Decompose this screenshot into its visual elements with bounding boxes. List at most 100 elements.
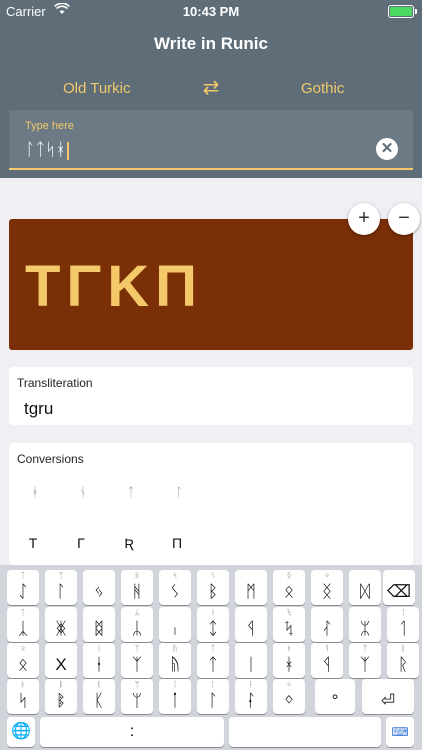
key-label: ᛩ (245, 619, 257, 638)
key-label: ᛥ (93, 619, 105, 638)
key-label: ᛧ (169, 619, 181, 638)
keyboard-key[interactable]: ᛦᛦ (121, 607, 153, 642)
keyboard-key[interactable]: ᛊᛒ (197, 570, 229, 605)
keyboard-key[interactable]: ᚦᛋ (7, 679, 39, 714)
key-alternate-label: ᛛ (248, 680, 254, 689)
key-alternate-label: ᛊ (210, 571, 216, 580)
keyboard-key[interactable]: ᛁ (235, 643, 267, 678)
keyboard-key[interactable]: ᛯ (349, 607, 381, 642)
key-label: ᚼ (283, 655, 295, 674)
key-label: ᛚ (207, 691, 219, 710)
text-input-field[interactable]: Type here ᛚᛏᛋᚼ ✕ (9, 110, 413, 170)
key-alternate-label: ᛉ (58, 571, 64, 580)
key-alternate-label: ᚼ (286, 644, 292, 653)
zoom-out-button[interactable]: − (388, 203, 420, 235)
keyboard-key[interactable]: ᛛᛛ (235, 679, 267, 714)
keyboard-key[interactable]: ᛜᛜ (273, 679, 305, 714)
key-alternate-label: ᛉ (134, 644, 140, 653)
keyboard-key[interactable]: ⏎ (362, 679, 414, 714)
keyboard-key[interactable]: ᛙᛙ (159, 679, 191, 714)
globe-icon[interactable]: 🌐 (7, 717, 35, 747)
key-alternate-label: ᛔ (58, 680, 64, 689)
key-label: ᛛ (245, 691, 257, 710)
keyboard-key[interactable]: ᚾᛨ (197, 607, 229, 642)
target-language-button[interactable]: Gothic (301, 80, 344, 97)
keyboard-key[interactable]: ᛪᛪ (273, 607, 305, 642)
keyboard-key[interactable]: ᛥ (83, 607, 115, 642)
key-label: ᛣ (17, 619, 29, 638)
keyboard-key[interactable]: ᛏᛇ (7, 570, 39, 605)
key-label: ᛜ (283, 691, 295, 710)
keyboard-key[interactable]: ᛋᛊ (159, 570, 191, 605)
keyboard-key[interactable]: ᛏᛣ (7, 607, 39, 642)
input-value[interactable]: ᛚᛏᛋᚼ (25, 140, 69, 160)
keyboard-key[interactable]: ᛉᛉ (121, 643, 153, 678)
key-label: ᛔ (55, 691, 67, 710)
keyboard-key[interactable]: ᛩᛩ (311, 643, 343, 678)
backspace-glyph: ⌫ (386, 582, 412, 601)
keyboard-key[interactable]: ᛘᛘ (121, 679, 153, 714)
key-alternate-label: ᚥ (172, 644, 178, 653)
status-time: 10:43 PM (182, 4, 240, 19)
space-key[interactable]: : (40, 717, 224, 747)
keyboard-key[interactable]: ᛏᛏ (197, 643, 229, 678)
key-label: ᛂ (93, 655, 105, 674)
keyboard-key[interactable]: ᛜᛝ (311, 570, 343, 605)
key-label: ᛗ (245, 582, 257, 601)
keyboard-key[interactable]: ᛧ (159, 607, 191, 642)
keyboard-key[interactable]: ᚥᚥ (159, 643, 191, 678)
battery-icon (388, 5, 417, 18)
transliteration-label: Transliteration (17, 376, 93, 390)
keyboard-key[interactable]: ᛃ (83, 570, 115, 605)
input-label: Type here (25, 120, 74, 132)
keyboard-key[interactable]: ᛔᛔ (45, 679, 77, 714)
keyboard-key[interactable]: ᛂᛂ (83, 643, 115, 678)
keyboard-key[interactable]: ᛝᛟ (273, 570, 305, 605)
space-key-secondary[interactable] (229, 717, 381, 747)
keyboard-key[interactable]: ᚺᚻ (121, 570, 153, 605)
keyboard-key[interactable]: ᛐᛐ (387, 607, 419, 642)
keyboard-key[interactable]: ° (315, 679, 355, 714)
zoom-in-button[interactable]: + (348, 203, 380, 235)
key-label: ᛤ (55, 619, 67, 638)
keyboard-key[interactable]: ᛗ (235, 570, 267, 605)
app-header: Carrier 10:43 PM Write in Runic Old Turk… (0, 0, 422, 178)
key-label: ᛟ (17, 655, 29, 674)
text-caret (66, 141, 69, 160)
key-label: ᛇ (17, 582, 29, 601)
clear-input-button[interactable]: ✕ (376, 138, 398, 160)
key-alternate-label: ᛚ (210, 680, 216, 689)
runic-output-text: TΓKΠ (25, 254, 204, 319)
key-label: ᛘ (131, 691, 143, 710)
key-label: ᛩ (321, 655, 333, 674)
swap-languages-icon[interactable]: ⇄ (198, 78, 224, 98)
source-language-button[interactable]: Old Turkic (63, 80, 131, 97)
keyboard-key[interactable]: ᛟᛟ (7, 643, 39, 678)
conversion-source-rune: ᚼ (31, 485, 39, 499)
key-label: ᛐ (397, 619, 409, 638)
keyboard-key[interactable]: ᚱᚱ (387, 643, 419, 678)
conversion-target-rune: Γ (77, 535, 85, 551)
keyboard-key[interactable]: ᛮ (311, 607, 343, 642)
conversion-source-rune: ᚾ (79, 485, 87, 499)
key-label: ᚱ (397, 655, 409, 674)
keyboard-icon[interactable]: ⌨ (386, 717, 414, 747)
keyboard-key[interactable]: Χ (45, 643, 77, 678)
backspace-icon[interactable]: ⌫ (383, 570, 415, 605)
keyboard-key[interactable]: ᛩ (235, 607, 267, 642)
key-label: ᛊ (169, 582, 181, 601)
key-alternate-label: ᛏ (20, 608, 26, 617)
key-label: ᛙ (169, 691, 181, 710)
keyboard-key[interactable]: ᚼᚼ (273, 643, 305, 678)
keyboard-key[interactable]: ᛉᛚ (45, 570, 77, 605)
keyboard-key[interactable]: ᛉᛉ (349, 643, 381, 678)
keyboard-key[interactable]: ᛕᛕ (83, 679, 115, 714)
keyboard-key[interactable]: ᛤ (45, 607, 77, 642)
keyboard-key[interactable]: ᛚᛚ (197, 679, 229, 714)
key-alternate-label: ᛏ (210, 644, 216, 653)
key-label: ᛪ (283, 619, 295, 638)
key-label: ᛦ (131, 619, 143, 638)
keyboard-key[interactable]: ᛞ (349, 570, 381, 605)
key-alternate-label: ᛪ (286, 608, 292, 617)
key-label: ᛒ (207, 582, 219, 601)
